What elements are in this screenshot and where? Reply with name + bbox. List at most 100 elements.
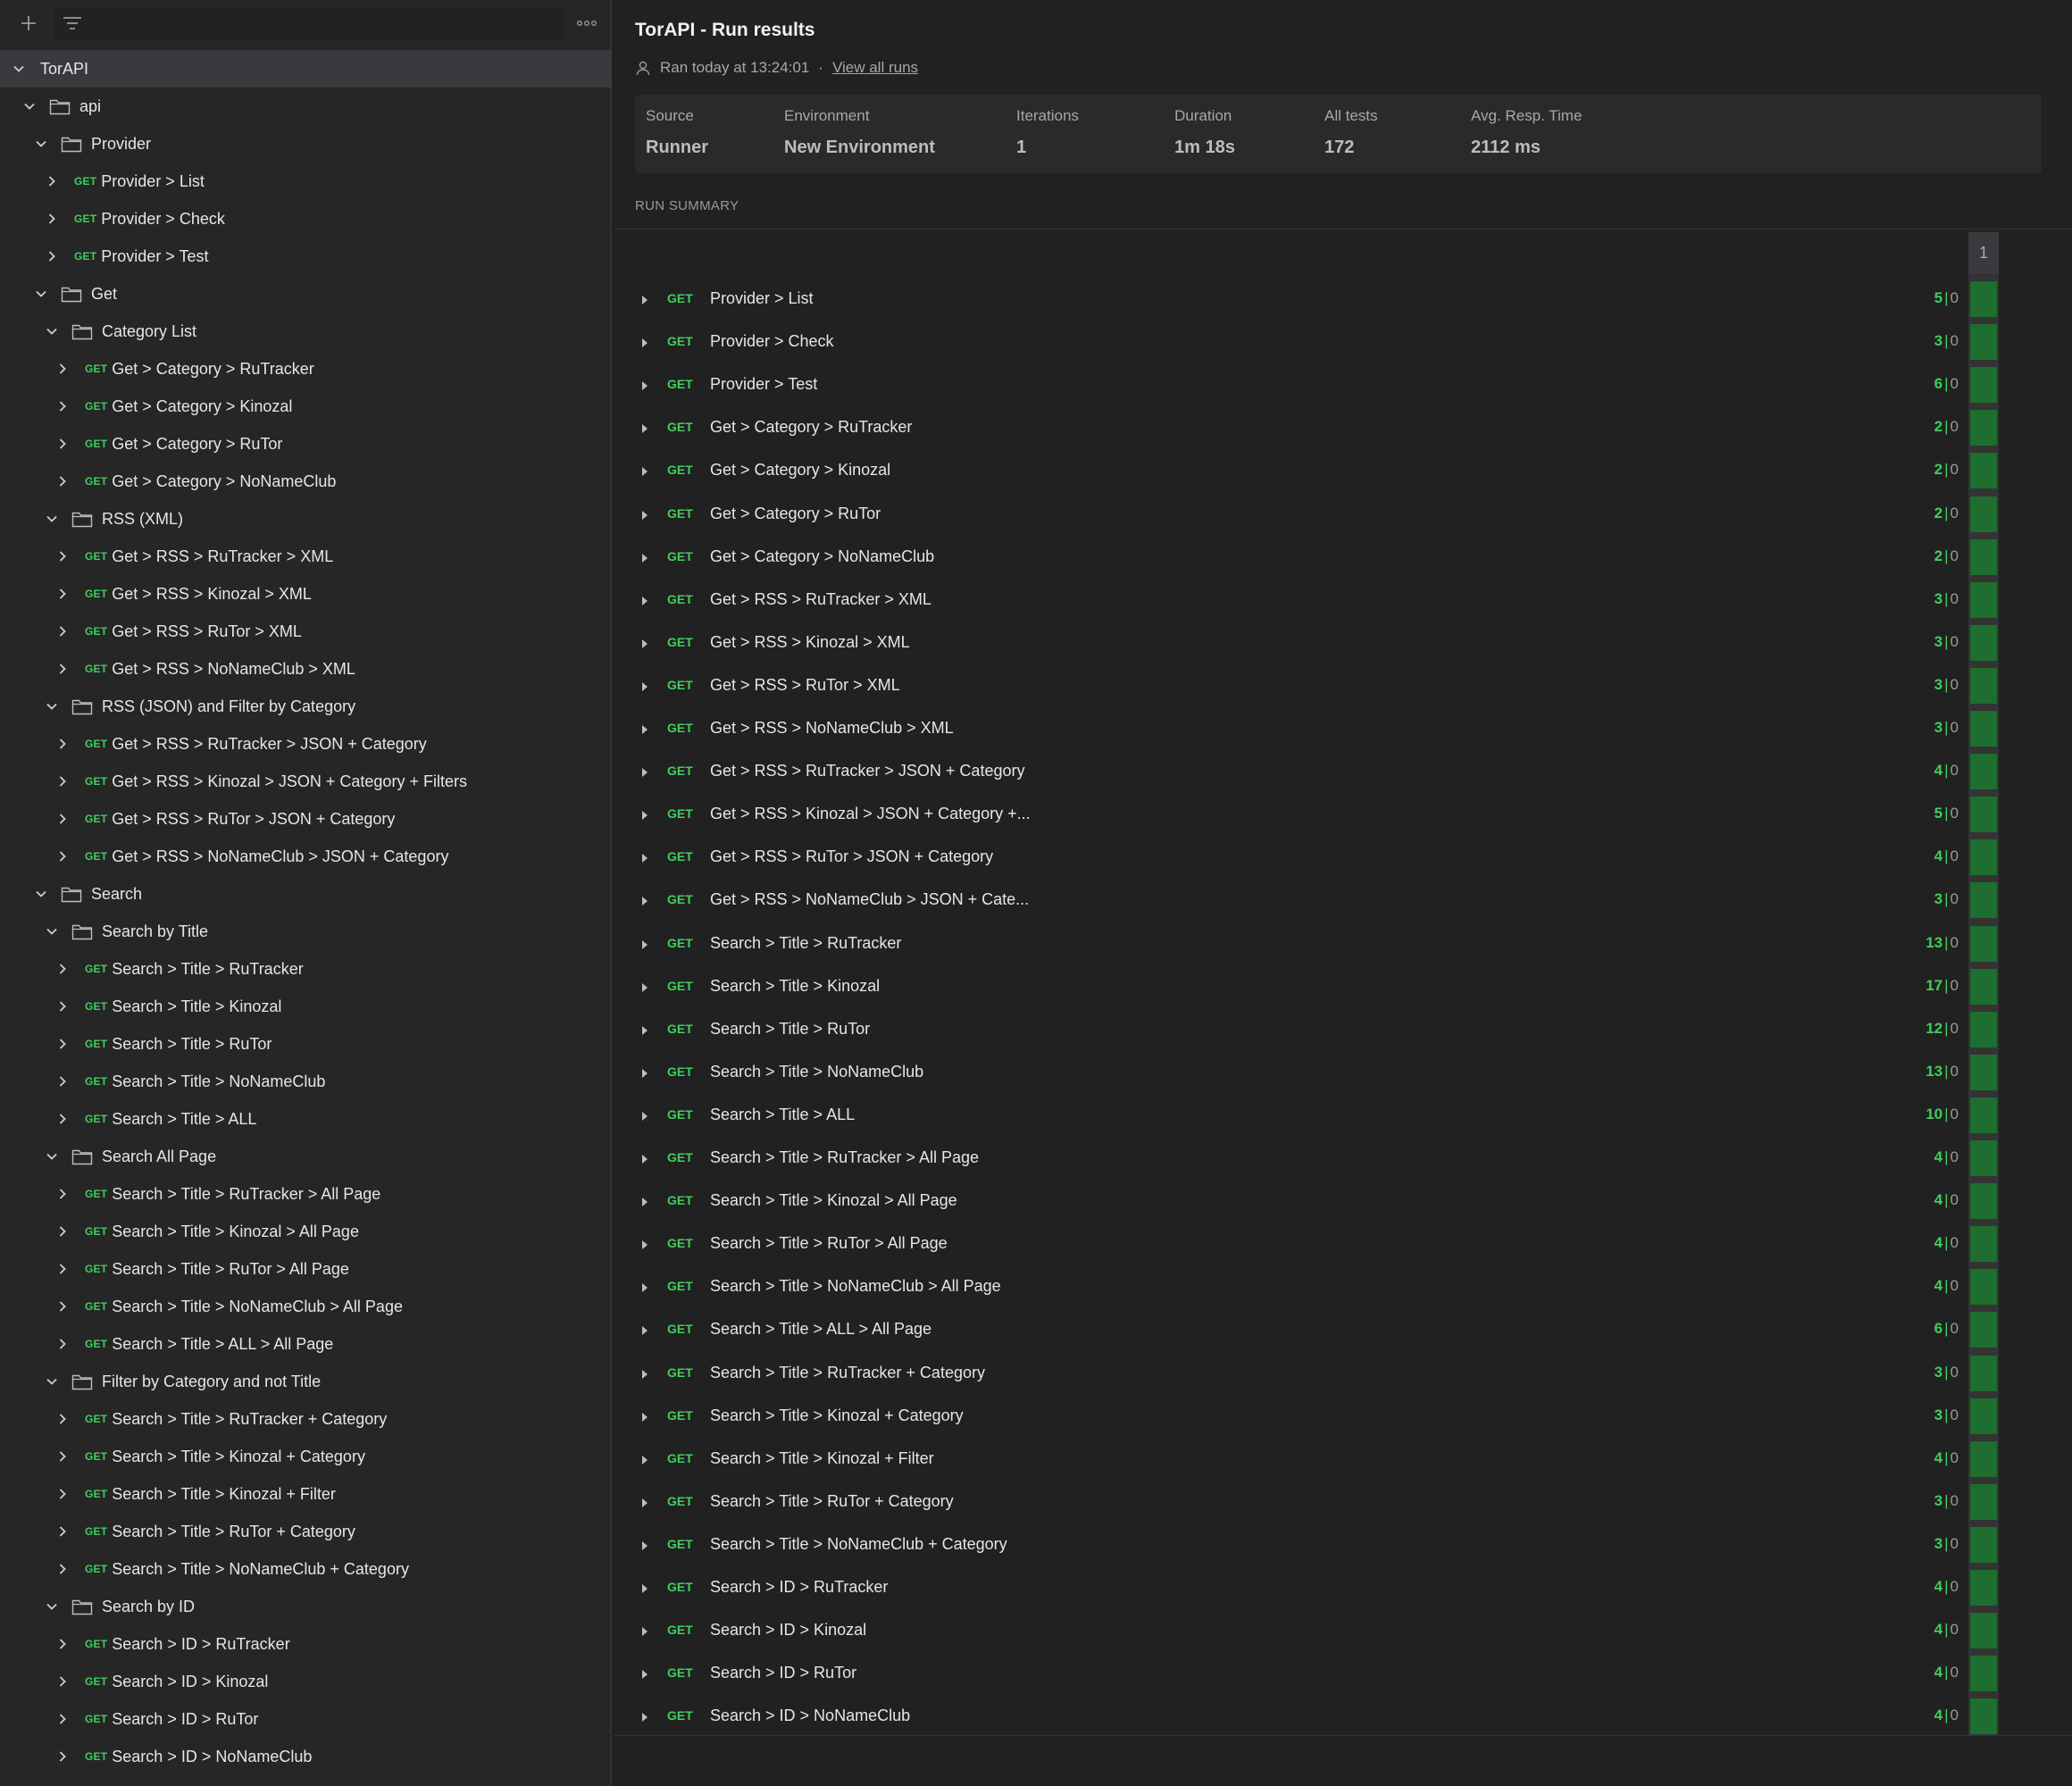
caret-right-icon[interactable] <box>640 1409 653 1423</box>
run-row[interactable]: GET Search > Title > ALL > All Page 6 | 0 <box>614 1308 2072 1351</box>
chevron-right-icon[interactable] <box>54 1748 71 1765</box>
caret-right-icon[interactable] <box>640 1495 653 1509</box>
iteration-pass-bar[interactable] <box>1970 281 1997 317</box>
tree-folder[interactable]: RSS (XML) <box>0 500 612 538</box>
iteration-pass-bar[interactable] <box>1970 1698 1997 1735</box>
iteration-pass-bar[interactable] <box>1970 667 1997 704</box>
chevron-right-icon[interactable] <box>54 1260 71 1278</box>
caret-right-icon[interactable] <box>640 1323 653 1337</box>
iteration-pass-bar[interactable] <box>1970 1570 1997 1606</box>
tree-folder[interactable]: Get <box>0 275 612 313</box>
chevron-right-icon[interactable] <box>54 1223 71 1240</box>
tree-folder[interactable]: api <box>0 88 612 125</box>
chevron-right-icon[interactable] <box>54 810 71 828</box>
filter-icon[interactable] <box>59 11 86 36</box>
iteration-pass-bar[interactable] <box>1970 1054 1997 1090</box>
tree-request[interactable]: GET Search > ID > Kinozal <box>0 1663 612 1700</box>
run-row[interactable]: GET Get > RSS > RuTracker > JSON + Catego… <box>614 750 2072 793</box>
caret-right-icon[interactable] <box>640 463 653 478</box>
chevron-down-icon[interactable] <box>10 60 28 78</box>
iteration-pass-bar[interactable] <box>1970 324 1997 361</box>
caret-right-icon[interactable] <box>640 1194 653 1208</box>
iteration-pass-bar[interactable] <box>1970 581 1997 618</box>
chevron-down-icon[interactable] <box>43 1373 61 1390</box>
tree-request[interactable]: GET Search > Title > NoNameClub <box>0 1063 612 1100</box>
iteration-pass-bar[interactable] <box>1970 1269 1997 1306</box>
tree-request[interactable]: GET Search > Title > Kinozal > All Page <box>0 1213 612 1250</box>
iteration-pass-bar[interactable] <box>1970 1526 1997 1563</box>
run-row[interactable]: GET Search > ID > RuTracker 4 | 0 <box>614 1566 2072 1609</box>
tree-request[interactable]: GET Search > Title > RuTracker + Category <box>0 1400 612 1438</box>
chevron-right-icon[interactable] <box>54 1560 71 1578</box>
chevron-right-icon[interactable] <box>54 1710 71 1728</box>
caret-right-icon[interactable] <box>640 1108 653 1123</box>
tree-request[interactable]: GET Get > Category > RuTracker <box>0 350 612 388</box>
run-row[interactable]: GET Get > RSS > Kinozal > XML 3 | 0 <box>614 622 2072 664</box>
tree-request[interactable]: GET Search > ID > NoNameClub <box>0 1738 612 1775</box>
tree-request[interactable]: GET Search > Title > RuTor > All Page <box>0 1250 612 1288</box>
tree-folder[interactable]: Search by Title <box>0 913 612 950</box>
plus-icon[interactable] <box>13 9 45 38</box>
iteration-pass-bar[interactable] <box>1970 754 1997 790</box>
run-row[interactable]: GET Search > Title > RuTracker + Category… <box>614 1352 2072 1395</box>
chevron-right-icon[interactable] <box>54 960 71 978</box>
caret-right-icon[interactable] <box>640 1666 653 1681</box>
run-row[interactable]: GET Search > Title > Kinozal + Category 3 |… <box>614 1395 2072 1438</box>
tree-request[interactable]: GET Get > RSS > NoNameClub > JSON + Categ… <box>0 838 612 875</box>
chevron-right-icon[interactable] <box>54 1410 71 1428</box>
caret-right-icon[interactable] <box>640 1366 653 1381</box>
tree-request[interactable]: GET Get > RSS > Kinozal > XML <box>0 575 612 613</box>
chevron-right-icon[interactable] <box>54 397 71 415</box>
view-all-runs-link[interactable]: View all runs <box>832 59 918 77</box>
caret-right-icon[interactable] <box>640 1452 653 1466</box>
chevron-right-icon[interactable] <box>54 997 71 1015</box>
iteration-pass-bar[interactable] <box>1970 1613 1997 1649</box>
tree-request[interactable]: GET Get > RSS > RuTor > XML <box>0 613 612 650</box>
caret-right-icon[interactable] <box>640 421 653 435</box>
run-row[interactable]: GET Search > Title > ALL 10 | 0 <box>614 1094 2072 1137</box>
run-row[interactable]: GET Search > Title > NoNameClub 13 | 0 <box>614 1051 2072 1094</box>
tree-request[interactable]: GET Get > Category > Kinozal <box>0 388 612 425</box>
caret-right-icon[interactable] <box>640 593 653 607</box>
chevron-right-icon[interactable] <box>54 1185 71 1203</box>
run-row[interactable]: GET Get > RSS > Kinozal > JSON + Category… <box>614 793 2072 836</box>
iteration-pass-bar[interactable] <box>1970 410 1997 446</box>
tree-request[interactable]: GET Get > RSS > RuTor > JSON + Category <box>0 800 612 838</box>
iteration-pass-bar[interactable] <box>1970 882 1997 919</box>
run-row[interactable]: GET Get > RSS > NoNameClub > JSON + Cate.… <box>614 879 2072 922</box>
chevron-right-icon[interactable] <box>54 585 71 603</box>
tree-request[interactable]: GET Search > Title > NoNameClub > All Pag… <box>0 1288 612 1325</box>
chevron-right-icon[interactable] <box>54 547 71 565</box>
chevron-right-icon[interactable] <box>54 1110 71 1128</box>
tree-folder[interactable]: Provider <box>0 125 612 163</box>
iteration-header[interactable]: 1 <box>1968 232 1999 273</box>
chevron-down-icon[interactable] <box>43 1598 61 1615</box>
run-row[interactable]: GET Get > RSS > RuTor > JSON + Category 4 |… <box>614 836 2072 879</box>
chevron-down-icon[interactable] <box>21 97 38 115</box>
tree-request[interactable]: GET Search > Title > Kinozal + Filter <box>0 1475 612 1513</box>
chevron-down-icon[interactable] <box>32 135 50 153</box>
caret-right-icon[interactable] <box>640 1022 653 1037</box>
iteration-pass-bar[interactable] <box>1970 624 1997 661</box>
run-row[interactable]: GET Provider > List 5 | 0 <box>614 278 2072 321</box>
tree-request[interactable]: GET Search > Title > NoNameClub + Categor… <box>0 1550 612 1588</box>
chevron-down-icon[interactable] <box>43 1148 61 1165</box>
tree-request[interactable]: GET Search > ID > RuTracker <box>0 1625 612 1663</box>
iteration-pass-bar[interactable] <box>1970 839 1997 876</box>
run-row[interactable]: GET Search > ID > Kinozal 4 | 0 <box>614 1609 2072 1652</box>
tree-request[interactable]: GET Get > Category > RuTor <box>0 425 612 463</box>
iteration-pass-bar[interactable] <box>1970 925 1997 962</box>
caret-right-icon[interactable] <box>640 335 653 349</box>
tree-folder[interactable]: Category List <box>0 313 612 350</box>
chevron-right-icon[interactable] <box>54 1072 71 1090</box>
run-row[interactable]: GET Search > Title > Kinozal 17 | 0 <box>614 965 2072 1008</box>
chevron-right-icon[interactable] <box>54 472 71 490</box>
caret-right-icon[interactable] <box>640 980 653 994</box>
tree-request[interactable]: GET Get > RSS > RuTracker > XML <box>0 538 612 575</box>
tree-folder[interactable]: TorAPI <box>0 50 612 88</box>
chevron-right-icon[interactable] <box>43 210 61 228</box>
iteration-pass-bar[interactable] <box>1970 711 1997 747</box>
run-row[interactable]: GET Provider > Test 6 | 0 <box>614 363 2072 406</box>
tree-folder[interactable]: Search <box>0 875 612 913</box>
caret-right-icon[interactable] <box>640 893 653 907</box>
